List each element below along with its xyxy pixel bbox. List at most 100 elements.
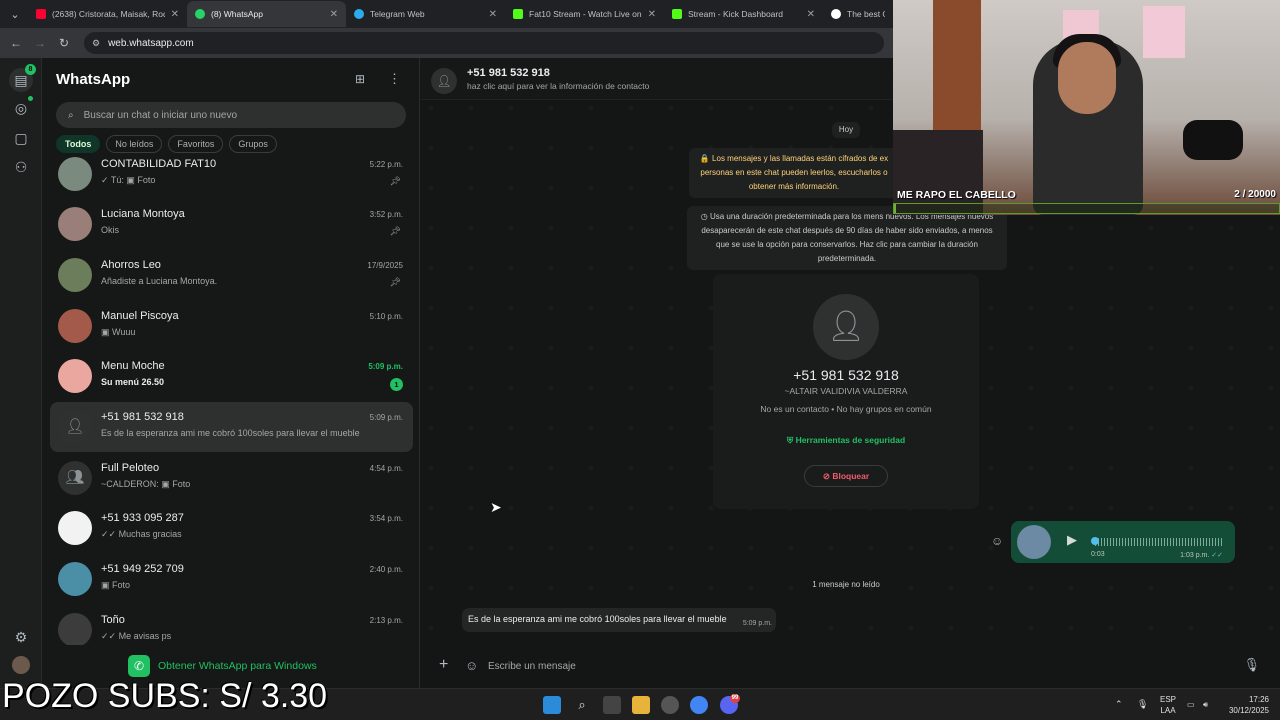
block-button[interactable]: ⊘ Bloquear bbox=[804, 465, 888, 487]
task-view-icon[interactable] bbox=[603, 696, 621, 714]
browser-tab[interactable]: Stream - Kick Dashboard ✕ bbox=[664, 1, 823, 27]
mouse-cursor-icon: ➤ bbox=[490, 499, 502, 515]
search-placeholder: Buscar un chat o iniciar uno nuevo bbox=[83, 109, 238, 121]
close-tab-icon[interactable]: ✕ bbox=[171, 9, 179, 20]
disappearing-messages-notice[interactable]: ◷ Usa una duración predeterminada para l… bbox=[687, 206, 1007, 270]
contact-card: 👤︎ +51 981 532 918 ~ALTAIR VALIDIVIA VAL… bbox=[713, 274, 979, 509]
volume-icon[interactable]: 🔊︎ bbox=[1203, 699, 1208, 710]
filter-favorites[interactable]: Favoritos bbox=[168, 135, 224, 153]
voice-waveform[interactable] bbox=[1095, 538, 1223, 546]
reload-icon[interactable]: ↻ bbox=[52, 36, 76, 50]
close-tab-icon[interactable]: ✕ bbox=[489, 9, 497, 20]
unread-divider: 1 mensaje no leído bbox=[812, 580, 880, 589]
group-avatar-icon: 👥︎ bbox=[58, 461, 92, 495]
menu-dots-icon[interactable]: ⋮ bbox=[388, 71, 401, 87]
chat-preview: Es de la esperanza ami me cobró 100soles… bbox=[101, 428, 360, 438]
get-windows-app-link[interactable]: ✆ Obtener WhatsApp para Windows bbox=[128, 655, 317, 677]
microphone-tray-icon[interactable]: 🎙︎ bbox=[1137, 699, 1148, 710]
chat-name: +51 933 095 287 bbox=[101, 512, 184, 524]
default-avatar-icon: 👤︎ bbox=[58, 410, 92, 444]
incoming-message[interactable]: Es de la esperanza ami me cobró 100soles… bbox=[462, 608, 776, 632]
language-indicator[interactable]: ESP LAA bbox=[1160, 694, 1176, 716]
chat-row[interactable]: +51 949 252 709 ▣ Foto 2:40 p.m. bbox=[50, 554, 413, 604]
whatsapp-icon bbox=[195, 9, 205, 19]
new-chat-icon[interactable]: ⊞ bbox=[355, 72, 365, 86]
communities-icon[interactable]: ⚇ bbox=[11, 157, 31, 177]
chat-row[interactable]: Luciana Montoya Okis 3:52 p.m. 📌︎ bbox=[50, 199, 413, 249]
navigation-rail: ▤ 8 ◎ ▢ ⚇ ⚙ bbox=[0, 58, 42, 688]
chat-name: Full Peloteo bbox=[101, 462, 160, 474]
chat-row[interactable]: Manuel Piscoya ▣ Wuuu 5:10 p.m. bbox=[50, 301, 413, 351]
default-avatar-icon: 👤︎ bbox=[431, 68, 457, 94]
browser-tab-active[interactable]: (8) WhatsApp ✕ bbox=[187, 1, 346, 27]
block-label: Bloquear bbox=[832, 471, 870, 481]
chat-row[interactable]: Toño ✓✓ Me avisas ps 2:13 p.m. bbox=[50, 605, 413, 645]
url-text: web.whatsapp.com bbox=[108, 37, 194, 49]
clock[interactable]: 17:26 30/12/2025 bbox=[1225, 694, 1269, 716]
block-icon: ⊘ bbox=[822, 471, 833, 481]
file-explorer-icon[interactable] bbox=[632, 696, 650, 714]
filter-unread[interactable]: No leídos bbox=[106, 135, 163, 153]
tab-title: Telegram Web bbox=[370, 9, 425, 19]
tab-search-chevron-icon[interactable]: ⌄ bbox=[2, 3, 28, 25]
kick-icon bbox=[672, 9, 682, 19]
attach-plus-icon[interactable]: + bbox=[439, 656, 448, 674]
browser-tab[interactable]: (2638) Cristorata, Maisak, Rodri ✕ bbox=[28, 1, 187, 27]
settings-gear-icon[interactable]: ⚙ bbox=[11, 627, 31, 647]
contact-number: +51 981 532 918 bbox=[467, 67, 550, 79]
browser-tab[interactable]: Fat10 Stream - Watch Live on K ✕ bbox=[505, 1, 664, 27]
encryption-notice[interactable]: 🔒 Los mensajes y las llamadas están cifr… bbox=[689, 148, 899, 198]
search-input[interactable]: ⌕ Buscar un chat o iniciar uno nuevo bbox=[56, 102, 406, 128]
browser-tab[interactable]: Telegram Web ✕ bbox=[346, 1, 505, 27]
clock-date: 30/12/2025 bbox=[1228, 706, 1269, 715]
close-tab-icon[interactable]: ✕ bbox=[807, 9, 815, 20]
forward-icon[interactable]: → bbox=[28, 36, 52, 50]
sender-avatar bbox=[1017, 525, 1051, 559]
status-icon[interactable]: ◎ bbox=[11, 98, 31, 118]
windows-start-icon[interactable] bbox=[543, 696, 561, 714]
encryption-notice-text: 🔒 Los mensajes y las llamadas están cifr… bbox=[699, 154, 889, 191]
microphone-icon[interactable]: 🎙︎ bbox=[1243, 657, 1260, 673]
card-alias: ~ALTAIR VALIDIVIA VALDERRA bbox=[784, 386, 908, 396]
chat-list: CONTABILIDAD FAT10 ✓ Tú: ▣ Foto 5:22 p.m… bbox=[50, 155, 413, 645]
close-tab-icon[interactable]: ✕ bbox=[330, 9, 338, 20]
message-input[interactable]: Escribe un mensaje bbox=[488, 661, 576, 672]
safety-tools-label: Herramientas de seguridad bbox=[795, 435, 906, 445]
chat-row[interactable]: Menu Moche Su menú 26.50 5:09 p.m. 1 bbox=[50, 351, 413, 401]
message-text: Es de la esperanza ami me cobró 100soles… bbox=[468, 614, 727, 624]
chat-row[interactable]: CONTABILIDAD FAT10 ✓ Tú: ▣ Foto 5:22 p.m… bbox=[50, 155, 413, 199]
network-icon[interactable]: ▭ bbox=[1187, 699, 1195, 710]
chat-name: Menu Moche bbox=[101, 360, 165, 372]
tab-title: Fat10 Stream - Watch Live on K bbox=[529, 9, 642, 19]
pin-icon: 📌︎ bbox=[389, 226, 401, 236]
channels-icon[interactable]: ▢ bbox=[11, 128, 31, 148]
chat-row[interactable]: 👥︎ Full Peloteo ~CALDERON: ▣ Foto 4:54 p… bbox=[50, 453, 413, 503]
chat-name: CONTABILIDAD FAT10 bbox=[101, 158, 217, 170]
app-icon[interactable] bbox=[661, 696, 679, 714]
play-icon[interactable]: ▶ bbox=[1067, 532, 1077, 548]
search-icon[interactable]: ⌕ bbox=[573, 696, 591, 714]
chat-time: 2:40 p.m. bbox=[369, 565, 403, 574]
goal-count: 2 / 20000 bbox=[1234, 189, 1276, 200]
profile-avatar[interactable] bbox=[12, 656, 30, 674]
chat-row-selected[interactable]: 👤︎ +51 981 532 918 Es de la esperanza am… bbox=[50, 402, 413, 452]
sticker-emoji-icon[interactable]: ☺ bbox=[465, 658, 478, 673]
back-icon[interactable]: ← bbox=[4, 36, 28, 50]
playback-handle[interactable] bbox=[1091, 537, 1099, 545]
goal-progress-fill bbox=[894, 204, 896, 213]
filter-all[interactable]: Todos bbox=[56, 135, 101, 153]
close-tab-icon[interactable]: ✕ bbox=[648, 9, 656, 20]
chrome-icon[interactable] bbox=[690, 696, 708, 714]
browser-tab[interactable]: The best ChatB bbox=[823, 1, 893, 27]
chat-name: +51 949 252 709 bbox=[101, 563, 184, 575]
safety-tools-link[interactable]: ⛨ Herramientas de seguridad bbox=[713, 435, 979, 446]
filter-groups[interactable]: Grupos bbox=[229, 135, 277, 153]
tray-chevron-icon[interactable]: ⌃ bbox=[1115, 699, 1123, 710]
site-info-icon[interactable]: ⚙ bbox=[92, 38, 100, 49]
react-emoji-icon[interactable]: ☺ bbox=[991, 534, 1003, 548]
tab-title: (8) WhatsApp bbox=[211, 9, 263, 19]
url-input[interactable]: ⚙ web.whatsapp.com bbox=[84, 32, 884, 54]
chat-row[interactable]: +51 933 095 287 ✓✓ Muchas gracias 3:54 p… bbox=[50, 503, 413, 553]
shield-icon: ⛨ bbox=[786, 435, 796, 445]
chat-row[interactable]: Ahorros Leo Añadiste a Luciana Montoya. … bbox=[50, 250, 413, 300]
